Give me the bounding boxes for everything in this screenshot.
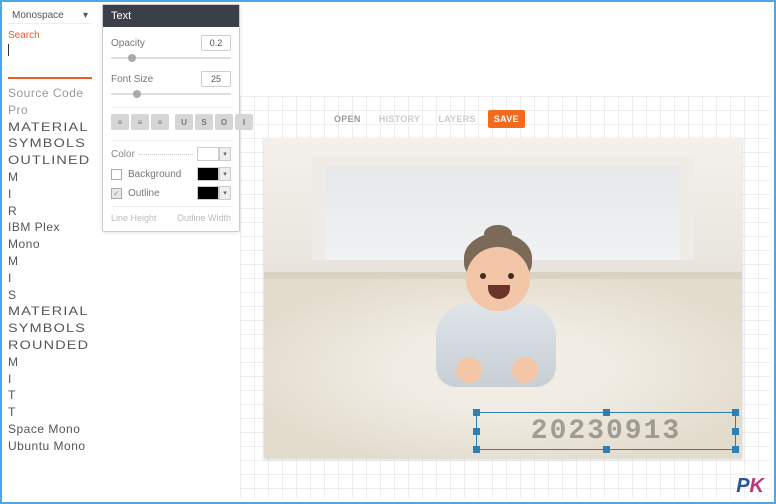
font-size-slider[interactable]: [111, 89, 231, 99]
search-field[interactable]: [8, 61, 92, 79]
list-item[interactable]: MATERIAL: [8, 303, 89, 320]
font-family-label: Monospace: [12, 10, 64, 21]
watermark-k: K: [750, 475, 764, 497]
search-input[interactable]: [8, 41, 92, 79]
font-size-label: Font Size: [111, 74, 153, 85]
list-item[interactable]: Mono: [8, 236, 92, 253]
outline-checkbox[interactable]: ✓: [111, 188, 122, 199]
list-item[interactable]: M: [8, 354, 92, 371]
outline-swatch[interactable]: ▾: [197, 186, 231, 200]
color-label: Color: [111, 149, 135, 160]
list-item[interactable]: Pro: [8, 102, 92, 119]
color-swatch-box: [197, 147, 219, 161]
chevron-down-icon[interactable]: ▾: [219, 147, 231, 161]
swatch-box: [197, 186, 219, 200]
background-swatch[interactable]: ▾: [197, 167, 231, 181]
line-height-label: Line Height: [111, 213, 157, 223]
watermark: PK: [736, 475, 764, 498]
background-label: Background: [128, 169, 191, 180]
text-caret: [8, 44, 9, 56]
resize-handle[interactable]: [603, 409, 610, 416]
panel-title[interactable]: Text: [103, 5, 239, 27]
align-right-icon[interactable]: ≡: [151, 114, 169, 130]
panel-body: Opacity 0.2 Font Size 25 ≡ ≡ ≡ U S O I: [103, 27, 239, 231]
layers-button[interactable]: LAYERS: [432, 110, 481, 128]
history-button[interactable]: HISTORY: [373, 110, 427, 128]
list-item[interactable]: OUTLINED: [8, 152, 90, 169]
resize-handle[interactable]: [473, 409, 480, 416]
outline-label: Outline: [128, 188, 191, 199]
list-item[interactable]: MATERIAL: [8, 119, 89, 136]
list-item[interactable]: SYMBOLS: [8, 320, 86, 337]
list-item[interactable]: I: [8, 371, 92, 388]
resize-handle[interactable]: [732, 409, 739, 416]
chevron-down-icon: ▾: [83, 10, 88, 21]
photo-illustration: [264, 138, 742, 458]
list-item[interactable]: S: [8, 287, 92, 304]
opacity-value[interactable]: 0.2: [201, 35, 231, 51]
strike-icon[interactable]: S: [195, 114, 213, 130]
watermark-p: P: [736, 475, 749, 497]
overlay-text[interactable]: 20230913: [477, 413, 735, 449]
resize-handle[interactable]: [732, 446, 739, 453]
font-size-value[interactable]: 25: [201, 71, 231, 87]
chevron-down-icon[interactable]: ▾: [219, 186, 231, 200]
swatch-box: [197, 167, 219, 181]
italic-icon[interactable]: I: [235, 114, 253, 130]
text-panel[interactable]: Text Opacity 0.2 Font Size 25 ≡ ≡ ≡ U S: [102, 4, 240, 232]
background-checkbox[interactable]: [111, 169, 122, 180]
list-item[interactable]: IBM Plex: [8, 219, 92, 236]
font-family-select[interactable]: Monospace ▾: [8, 8, 92, 24]
open-button[interactable]: OPEN: [328, 110, 367, 128]
resize-handle[interactable]: [732, 428, 739, 435]
opacity-slider[interactable]: [111, 53, 231, 63]
list-item[interactable]: T: [8, 404, 92, 421]
list-item[interactable]: Space Mono: [8, 421, 92, 438]
list-item[interactable]: M: [8, 253, 92, 270]
list-item[interactable]: T: [8, 387, 92, 404]
font-sidebar: Monospace ▾ Search Source Code Pro MATER…: [2, 2, 98, 502]
canvas-image[interactable]: [264, 138, 742, 458]
overline-icon[interactable]: O: [215, 114, 233, 130]
save-button[interactable]: SAVE: [488, 110, 525, 128]
resize-handle[interactable]: [473, 428, 480, 435]
color-swatch[interactable]: ▾: [197, 147, 231, 161]
align-center-icon[interactable]: ≡: [131, 114, 149, 130]
outline-width-label: Outline Width: [177, 213, 231, 223]
font-list[interactable]: Source Code Pro MATERIAL SYMBOLS OUTLINE…: [8, 85, 92, 455]
resize-handle[interactable]: [603, 446, 610, 453]
list-item[interactable]: M: [8, 169, 92, 186]
align-left-icon[interactable]: ≡: [111, 114, 129, 130]
list-item[interactable]: SYMBOLS: [8, 135, 86, 152]
list-item[interactable]: I: [8, 270, 92, 287]
main-toolbar: OPEN HISTORY LAYERS SAVE: [328, 110, 525, 128]
list-item[interactable]: Ubuntu Mono: [8, 438, 92, 455]
list-item[interactable]: ROUNDED: [8, 337, 89, 354]
underline-icon[interactable]: U: [175, 114, 193, 130]
list-item[interactable]: Source Code: [8, 85, 92, 102]
opacity-label: Opacity: [111, 38, 145, 49]
list-item[interactable]: I: [8, 186, 92, 203]
list-item[interactable]: R: [8, 203, 92, 220]
chevron-down-icon[interactable]: ▾: [219, 167, 231, 181]
search-label: Search: [8, 30, 92, 41]
resize-handle[interactable]: [473, 446, 480, 453]
text-layer-selection[interactable]: 20230913: [476, 412, 736, 450]
